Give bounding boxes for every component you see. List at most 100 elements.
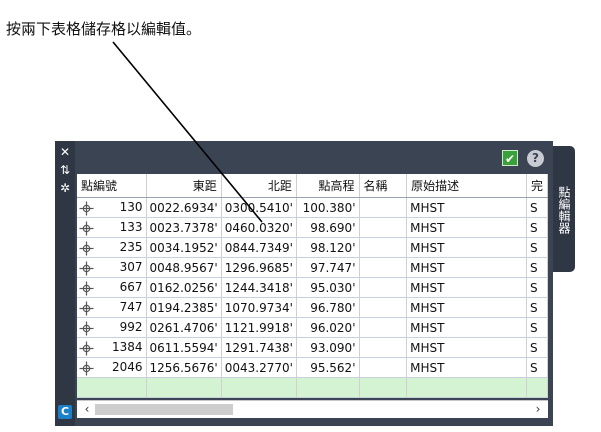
- cell-raw-description[interactable]: MHST: [406, 257, 527, 278]
- cell-name[interactable]: [359, 337, 408, 358]
- new-row-cell[interactable]: [526, 377, 548, 398]
- cell-full-description[interactable]: S: [526, 337, 548, 358]
- cell-northing[interactable]: 1121.9918': [221, 317, 297, 338]
- cell-point-number[interactable]: 307: [77, 257, 147, 278]
- cell-name[interactable]: [359, 297, 408, 318]
- col-header-easting[interactable]: 東距: [146, 174, 222, 198]
- cell-elevation[interactable]: 96.780': [296, 297, 360, 318]
- table-row[interactable]: 307 0048.9567' 1296.9685' 97.747' MHST S: [77, 257, 548, 278]
- cell-name[interactable]: [359, 217, 408, 238]
- cell-point-number[interactable]: 747: [77, 297, 147, 318]
- new-row-cell[interactable]: [406, 377, 527, 398]
- cell-easting[interactable]: 0611.5594': [146, 337, 222, 358]
- new-row[interactable]: [77, 377, 548, 398]
- col-header-name[interactable]: 名稱: [359, 174, 408, 198]
- cell-northing[interactable]: 0043.2770': [221, 357, 297, 378]
- table-row[interactable]: 667 0162.0256' 1244.3418' 95.030' MHST S: [77, 277, 548, 298]
- cell-northing[interactable]: 1244.3418': [221, 277, 297, 298]
- header-row: 點編號 東距 北距 點高程 名稱 原始描述 完: [77, 174, 548, 198]
- cell-raw-description[interactable]: MHST: [406, 317, 527, 338]
- cell-point-number[interactable]: 235: [77, 237, 147, 258]
- cell-full-description[interactable]: S: [526, 217, 548, 238]
- cell-point-number[interactable]: 133: [77, 217, 147, 238]
- scroll-thumb[interactable]: [95, 404, 233, 415]
- check-icon[interactable]: ✔: [502, 150, 518, 166]
- help-icon[interactable]: ?: [527, 150, 544, 167]
- cell-raw-description[interactable]: MHST: [406, 277, 527, 298]
- cell-full-description[interactable]: S: [526, 357, 548, 378]
- cell-easting[interactable]: 0048.9567': [146, 257, 222, 278]
- cell-name[interactable]: [359, 317, 408, 338]
- cell-raw-description[interactable]: MHST: [406, 197, 527, 218]
- cell-raw-description[interactable]: MHST: [406, 297, 527, 318]
- cell-point-number[interactable]: 667: [77, 277, 147, 298]
- cell-elevation[interactable]: 97.747': [296, 257, 360, 278]
- cell-easting[interactable]: 0022.6934': [146, 197, 222, 218]
- table-row[interactable]: 133 0023.7378' 0460.0320' 98.690' MHST S: [77, 217, 548, 238]
- horizontal-scrollbar[interactable]: ‹ ›: [77, 400, 548, 418]
- cell-full-description[interactable]: S: [526, 277, 548, 298]
- new-row-cell[interactable]: [221, 377, 297, 398]
- cell-name[interactable]: [359, 277, 408, 298]
- col-header-point-number[interactable]: 點編號: [77, 174, 147, 198]
- tab-point-editor[interactable]: 點編輯器: [553, 146, 575, 272]
- cell-northing[interactable]: 1291.7438': [221, 337, 297, 358]
- scroll-left-icon[interactable]: ‹: [79, 401, 95, 418]
- new-row-cell[interactable]: [296, 377, 360, 398]
- cell-easting[interactable]: 1256.5676': [146, 357, 222, 378]
- table-row[interactable]: 992 0261.4706' 1121.9918' 96.020' MHST S: [77, 317, 548, 338]
- col-header-northing[interactable]: 北距: [221, 174, 297, 198]
- cell-easting[interactable]: 0162.0256': [146, 277, 222, 298]
- cell-elevation[interactable]: 96.020': [296, 317, 360, 338]
- palette-title: 全景式: [3, 356, 17, 392]
- cell-full-description[interactable]: S: [526, 197, 548, 218]
- cell-raw-description[interactable]: MHST: [406, 337, 527, 358]
- table-row[interactable]: 747 0194.2385' 1070.9734' 96.780' MHST S: [77, 297, 548, 318]
- table-row[interactable]: 130 0022.6934' 0300.5410' 100.380' MHST S: [77, 197, 548, 218]
- cell-elevation[interactable]: 100.380': [296, 197, 360, 218]
- cell-easting[interactable]: 0194.2385': [146, 297, 222, 318]
- cell-full-description[interactable]: S: [526, 257, 548, 278]
- col-header-raw-description[interactable]: 原始描述: [406, 174, 527, 198]
- cell-northing[interactable]: 0460.0320': [221, 217, 297, 238]
- points-table: 點編號 東距 北距 點高程 名稱 原始描述 完 130 0022.6934' 030…: [77, 174, 548, 398]
- cell-point-number[interactable]: 992: [77, 317, 147, 338]
- new-row-cell[interactable]: [146, 377, 222, 398]
- cell-full-description[interactable]: S: [526, 317, 548, 338]
- new-row-cell[interactable]: [77, 377, 147, 398]
- table-row[interactable]: 1384 0611.5594' 1291.7438' 93.090' MHST S: [77, 337, 548, 358]
- cell-raw-description[interactable]: MHST: [406, 237, 527, 258]
- cell-elevation[interactable]: 95.562': [296, 357, 360, 378]
- auto-hide-icon[interactable]: ⇅: [55, 162, 75, 178]
- col-header-full-description[interactable]: 完: [526, 174, 548, 198]
- close-icon[interactable]: ✕: [55, 144, 75, 160]
- cell-northing[interactable]: 0300.5410': [221, 197, 297, 218]
- cell-raw-description[interactable]: MHST: [406, 217, 527, 238]
- table-row[interactable]: 235 0034.1952' 0844.7349' 98.120' MHST S: [77, 237, 548, 258]
- col-header-elevation[interactable]: 點高程: [296, 174, 360, 198]
- cell-point-number[interactable]: 130: [77, 197, 147, 218]
- cell-raw-description[interactable]: MHST: [406, 357, 527, 378]
- cell-elevation[interactable]: 98.690': [296, 217, 360, 238]
- cell-full-description[interactable]: S: [526, 297, 548, 318]
- cell-name[interactable]: [359, 257, 408, 278]
- cell-northing[interactable]: 0844.7349': [221, 237, 297, 258]
- scroll-right-icon[interactable]: ›: [530, 401, 546, 418]
- cell-elevation[interactable]: 95.030': [296, 277, 360, 298]
- cell-northing[interactable]: 1296.9685': [221, 257, 297, 278]
- cell-full-description[interactable]: S: [526, 237, 548, 258]
- cell-elevation[interactable]: 93.090': [296, 337, 360, 358]
- new-row-cell[interactable]: [359, 377, 408, 398]
- cell-easting[interactable]: 0261.4706': [146, 317, 222, 338]
- cell-elevation[interactable]: 98.120': [296, 237, 360, 258]
- cell-name[interactable]: [359, 237, 408, 258]
- properties-icon[interactable]: ✲: [55, 180, 75, 196]
- cell-easting[interactable]: 0034.1952': [146, 237, 222, 258]
- cell-easting[interactable]: 0023.7378': [146, 217, 222, 238]
- cell-name[interactable]: [359, 197, 408, 218]
- table-row[interactable]: 2046 1256.5676' 0043.2770' 95.562' MHST S: [77, 357, 548, 378]
- cell-name[interactable]: [359, 357, 408, 378]
- cell-point-number[interactable]: 1384: [77, 337, 147, 358]
- cell-point-number[interactable]: 2046: [77, 357, 147, 378]
- cell-northing[interactable]: 1070.9734': [221, 297, 297, 318]
